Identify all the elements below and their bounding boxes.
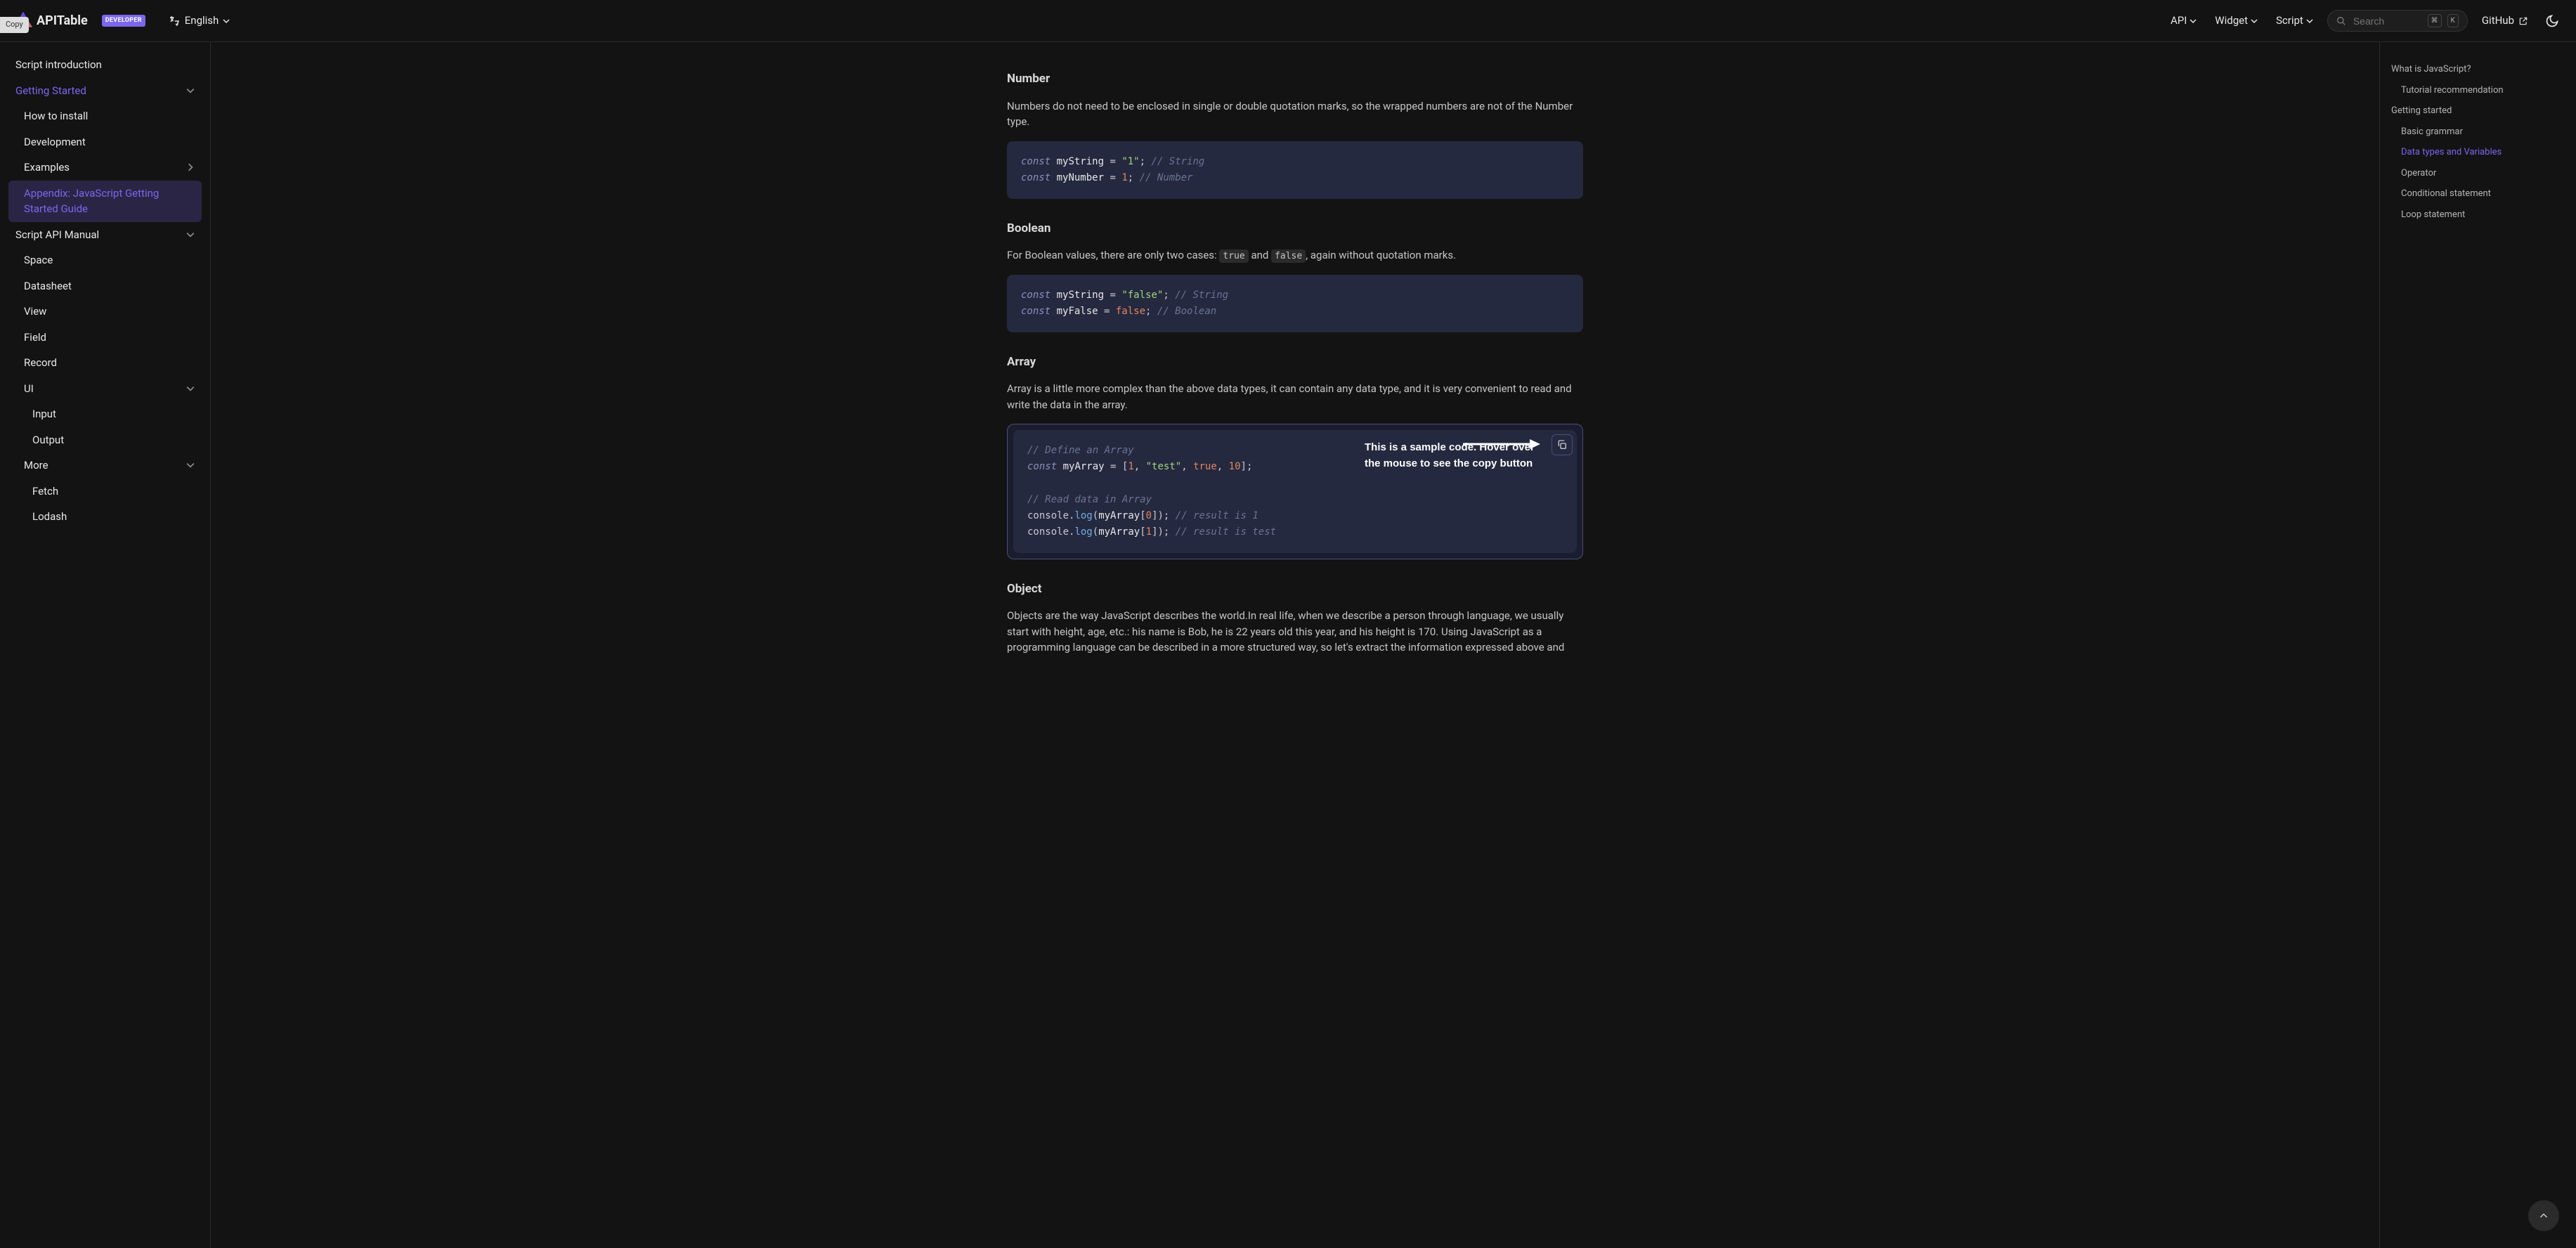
sidebar-item-4[interactable]: Examples (8, 155, 202, 181)
code-block-boolean: const myString = "false"; // String cons… (1007, 275, 1583, 332)
translate-icon (168, 15, 181, 27)
nav-api-label: API (2171, 13, 2187, 29)
paragraph-boolean: For Boolean values, there are only two c… (1007, 247, 1583, 264)
sidebar-item-label: Examples (24, 160, 70, 176)
chevron-down-icon (186, 86, 195, 95)
sidebar-item-16[interactable]: Fetch (8, 479, 202, 505)
chevron-down-icon (223, 18, 230, 25)
nav-links: API Widget Script (2171, 13, 2313, 29)
scroll-top-button[interactable] (2528, 1200, 2559, 1231)
toc-item-5[interactable]: Operator (2391, 163, 2565, 184)
heading-object: Object (1007, 580, 1583, 599)
sidebar-item-label: UI (24, 381, 34, 397)
heading-number: Number (1007, 70, 1583, 89)
chevron-down-icon (2251, 18, 2258, 25)
paragraph-object: Objects are the way JavaScript describes… (1007, 608, 1583, 656)
github-label: GitHub (2482, 13, 2514, 29)
sidebar-item-15[interactable]: More (8, 453, 202, 479)
toc-item-0[interactable]: What is JavaScript? (2391, 59, 2565, 80)
sidebar-item-label: Lodash (32, 509, 67, 525)
sidebar-item-7[interactable]: Space (8, 247, 202, 273)
sidebar-item-11[interactable]: Record (8, 350, 202, 376)
language-select[interactable]: English (168, 13, 230, 29)
code-block-number: const myString = "1"; // String const my… (1007, 141, 1583, 199)
sidebar-item-9[interactable]: View (8, 299, 202, 325)
sidebar-item-3[interactable]: Development (8, 129, 202, 155)
toc-item-4[interactable]: Data types and Variables (2391, 142, 2565, 163)
sidebar-item-label: How to install (24, 108, 88, 124)
chevron-down-icon (2306, 18, 2313, 25)
toc-item-6[interactable]: Conditional statement (2391, 183, 2565, 204)
kbd-cmd: ⌘ (2428, 14, 2442, 27)
search-input[interactable] (2352, 15, 2422, 27)
nav-api[interactable]: API (2171, 13, 2197, 29)
search-box[interactable]: ⌘ K (2327, 10, 2468, 32)
sidebar-item-5[interactable]: Appendix: JavaScript Getting Started Gui… (8, 181, 202, 222)
code-false: false (1271, 249, 1306, 263)
sidebar-item-label: Appendix: JavaScript Getting Started Gui… (24, 186, 195, 217)
nav-script[interactable]: Script (2276, 13, 2313, 29)
sidebar-item-label: Script introduction (15, 57, 102, 73)
sidebar-item-label: Record (24, 355, 57, 371)
nav-widget-label: Widget (2215, 13, 2248, 29)
main-content: Number Numbers do not need to be enclose… (211, 42, 2379, 1248)
chevron-down-icon (186, 384, 195, 393)
table-of-contents: What is JavaScript?Tutorial recommendati… (2379, 42, 2576, 1248)
developer-badge: DEVELOPER (102, 15, 145, 27)
sidebar-item-label: More (24, 457, 48, 474)
sidebar-item-label: Script API Manual (15, 227, 99, 243)
copy-icon (1556, 439, 1568, 450)
sidebar-item-8[interactable]: Datasheet (8, 273, 202, 299)
chevron-down-icon (2190, 18, 2197, 25)
chevron-down-icon (186, 230, 195, 239)
annotation-text: This is a sample code. Hover over the mo… (1365, 440, 1547, 472)
chevron-down-icon (186, 461, 195, 469)
code-true: true (1219, 249, 1248, 263)
sidebar: Script introduction Getting Started How to… (0, 42, 211, 1248)
sidebar-item-label: Field (24, 330, 46, 346)
copy-pill: Copy (0, 17, 29, 33)
github-link[interactable]: GitHub (2482, 13, 2528, 29)
theme-toggle[interactable] (2542, 11, 2562, 31)
toc-item-2[interactable]: Getting started (2391, 100, 2565, 122)
sidebar-item-2[interactable]: How to install (8, 103, 202, 129)
copy-button[interactable] (1552, 434, 1573, 455)
sidebar-item-label: Input (32, 406, 56, 422)
sidebar-item-1[interactable]: Getting Started (8, 78, 202, 104)
sidebar-item-0[interactable]: Script introduction (8, 52, 202, 78)
search-icon (2336, 16, 2346, 26)
external-link-icon (2518, 16, 2528, 26)
kbd-k: K (2447, 14, 2459, 27)
toc-item-3[interactable]: Basic grammar (2391, 122, 2565, 143)
nav-widget[interactable]: Widget (2215, 13, 2258, 29)
sidebar-item-13[interactable]: Input (8, 401, 202, 427)
topbar: APITable DEVELOPER English API Widget Sc… (0, 0, 2576, 42)
toc-item-1[interactable]: Tutorial recommendation (2391, 80, 2565, 101)
toc-item-7[interactable]: Loop statement (2391, 204, 2565, 226)
sidebar-item-10[interactable]: Field (8, 325, 202, 351)
sidebar-item-label: Development (24, 134, 86, 150)
sidebar-item-label: Space (24, 252, 53, 268)
moon-icon (2545, 14, 2559, 28)
sidebar-item-label: Output (32, 432, 64, 448)
sidebar-item-14[interactable]: Output (8, 427, 202, 453)
logo-text: APITable (37, 11, 88, 30)
sidebar-item-6[interactable]: Script API Manual (8, 222, 202, 248)
sidebar-item-label: Fetch (32, 483, 58, 500)
heading-boolean: Boolean (1007, 220, 1583, 238)
chevron-up-icon (2537, 1209, 2550, 1222)
paragraph-number: Numbers do not need to be enclosed in si… (1007, 98, 1583, 130)
sidebar-item-label: View (24, 304, 46, 320)
heading-array: Array (1007, 353, 1583, 372)
language-label: English (185, 13, 219, 29)
sidebar-item-17[interactable]: Lodash (8, 504, 202, 530)
paragraph-array: Array is a little more complex than the … (1007, 381, 1583, 412)
sidebar-item-12[interactable]: UI (8, 376, 202, 402)
chevron-right-icon (186, 163, 195, 171)
sidebar-item-label: Datasheet (24, 278, 72, 294)
sidebar-item-label: Getting Started (15, 83, 86, 99)
nav-script-label: Script (2276, 13, 2303, 29)
demo-code-wrapper: // Define an Array const myArray = [1, "… (1007, 424, 1583, 559)
